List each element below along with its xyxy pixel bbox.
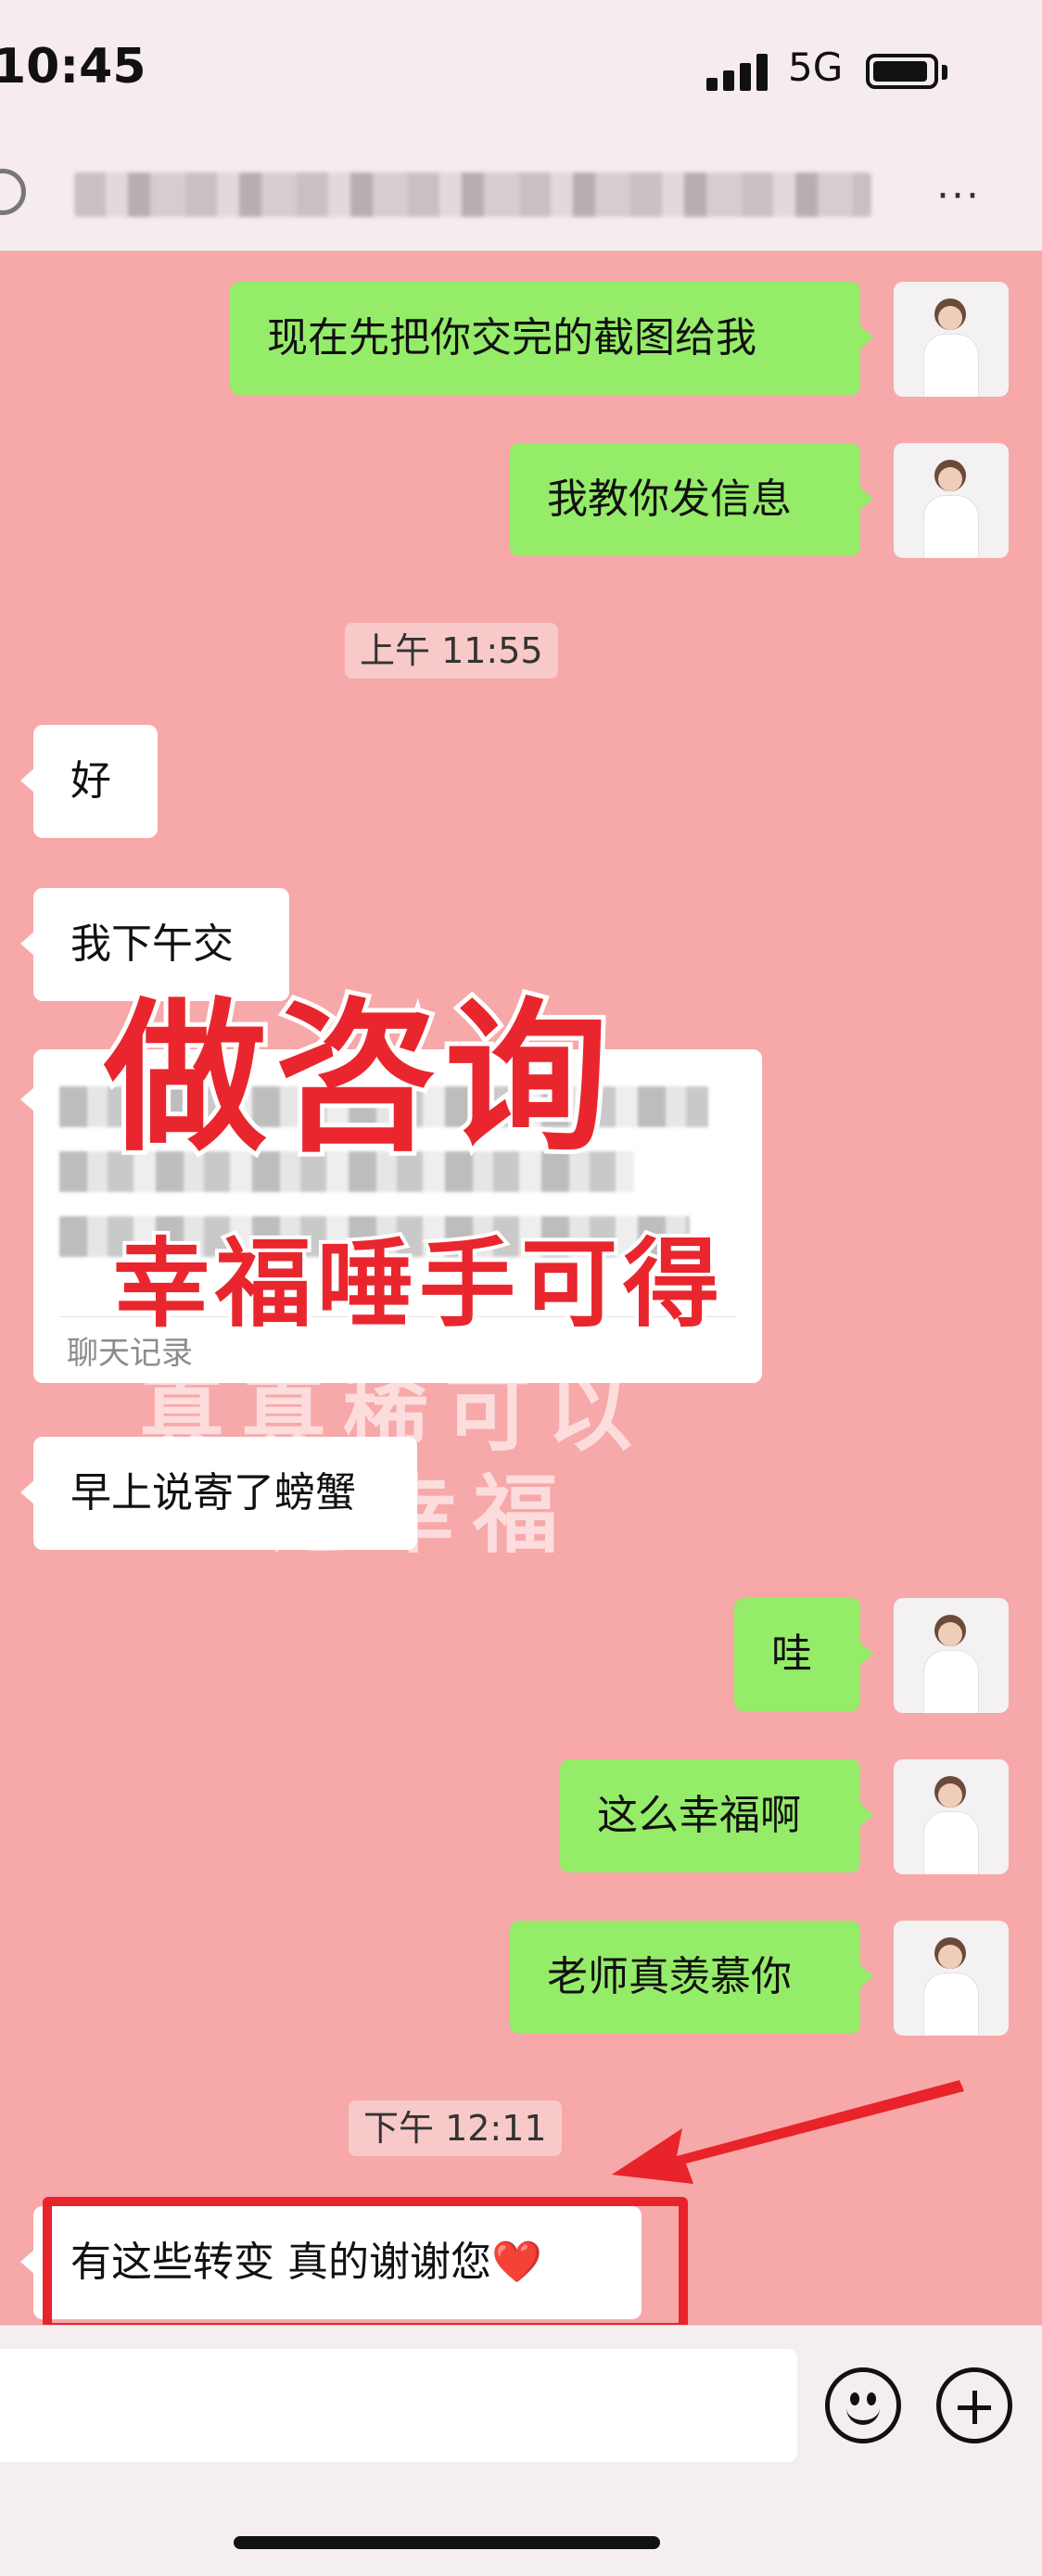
emoji-icon[interactable] <box>825 2367 901 2443</box>
message-outgoing[interactable]: 现在先把你交完的截图给我 <box>230 282 873 395</box>
status-time: 10:45 <box>0 39 146 95</box>
red-arrow-annotation <box>612 2080 964 2184</box>
signal-icon <box>706 54 773 91</box>
message-outgoing[interactable]: 这么幸福啊 <box>560 1759 873 1872</box>
chat-title-blurred <box>74 172 871 217</box>
message-incoming[interactable]: 早上说寄了螃蟹 <box>20 1437 417 1550</box>
avatar[interactable] <box>894 1759 1009 1874</box>
network-type: 5G <box>788 44 844 90</box>
highlight-box <box>43 2197 688 2332</box>
avatar[interactable] <box>894 1921 1009 2036</box>
plus-icon[interactable] <box>936 2367 1012 2443</box>
message-outgoing[interactable]: 哇 <box>734 1598 873 1711</box>
timestamp: 下午 12:11 <box>349 2100 562 2156</box>
battery-icon <box>866 54 938 89</box>
more-options-icon[interactable]: ··· <box>936 172 981 220</box>
message-outgoing[interactable]: 老师真羡慕你 <box>510 1921 873 2034</box>
overlay-subtitle: 幸福唾手可得 <box>109 1224 726 1344</box>
avatar[interactable] <box>894 443 1009 558</box>
overlay-title: 做咨询 <box>99 979 616 1178</box>
message-input[interactable] <box>0 2349 797 2462</box>
message-outgoing[interactable]: 我教你发信息 <box>510 443 873 556</box>
battery-tip <box>942 65 947 80</box>
timestamp: 上午 11:55 <box>345 623 558 679</box>
message-incoming[interactable]: 好 <box>20 725 158 838</box>
avatar[interactable] <box>894 282 1009 397</box>
home-indicator[interactable] <box>234 2536 660 2549</box>
avatar[interactable] <box>894 1598 1009 1713</box>
